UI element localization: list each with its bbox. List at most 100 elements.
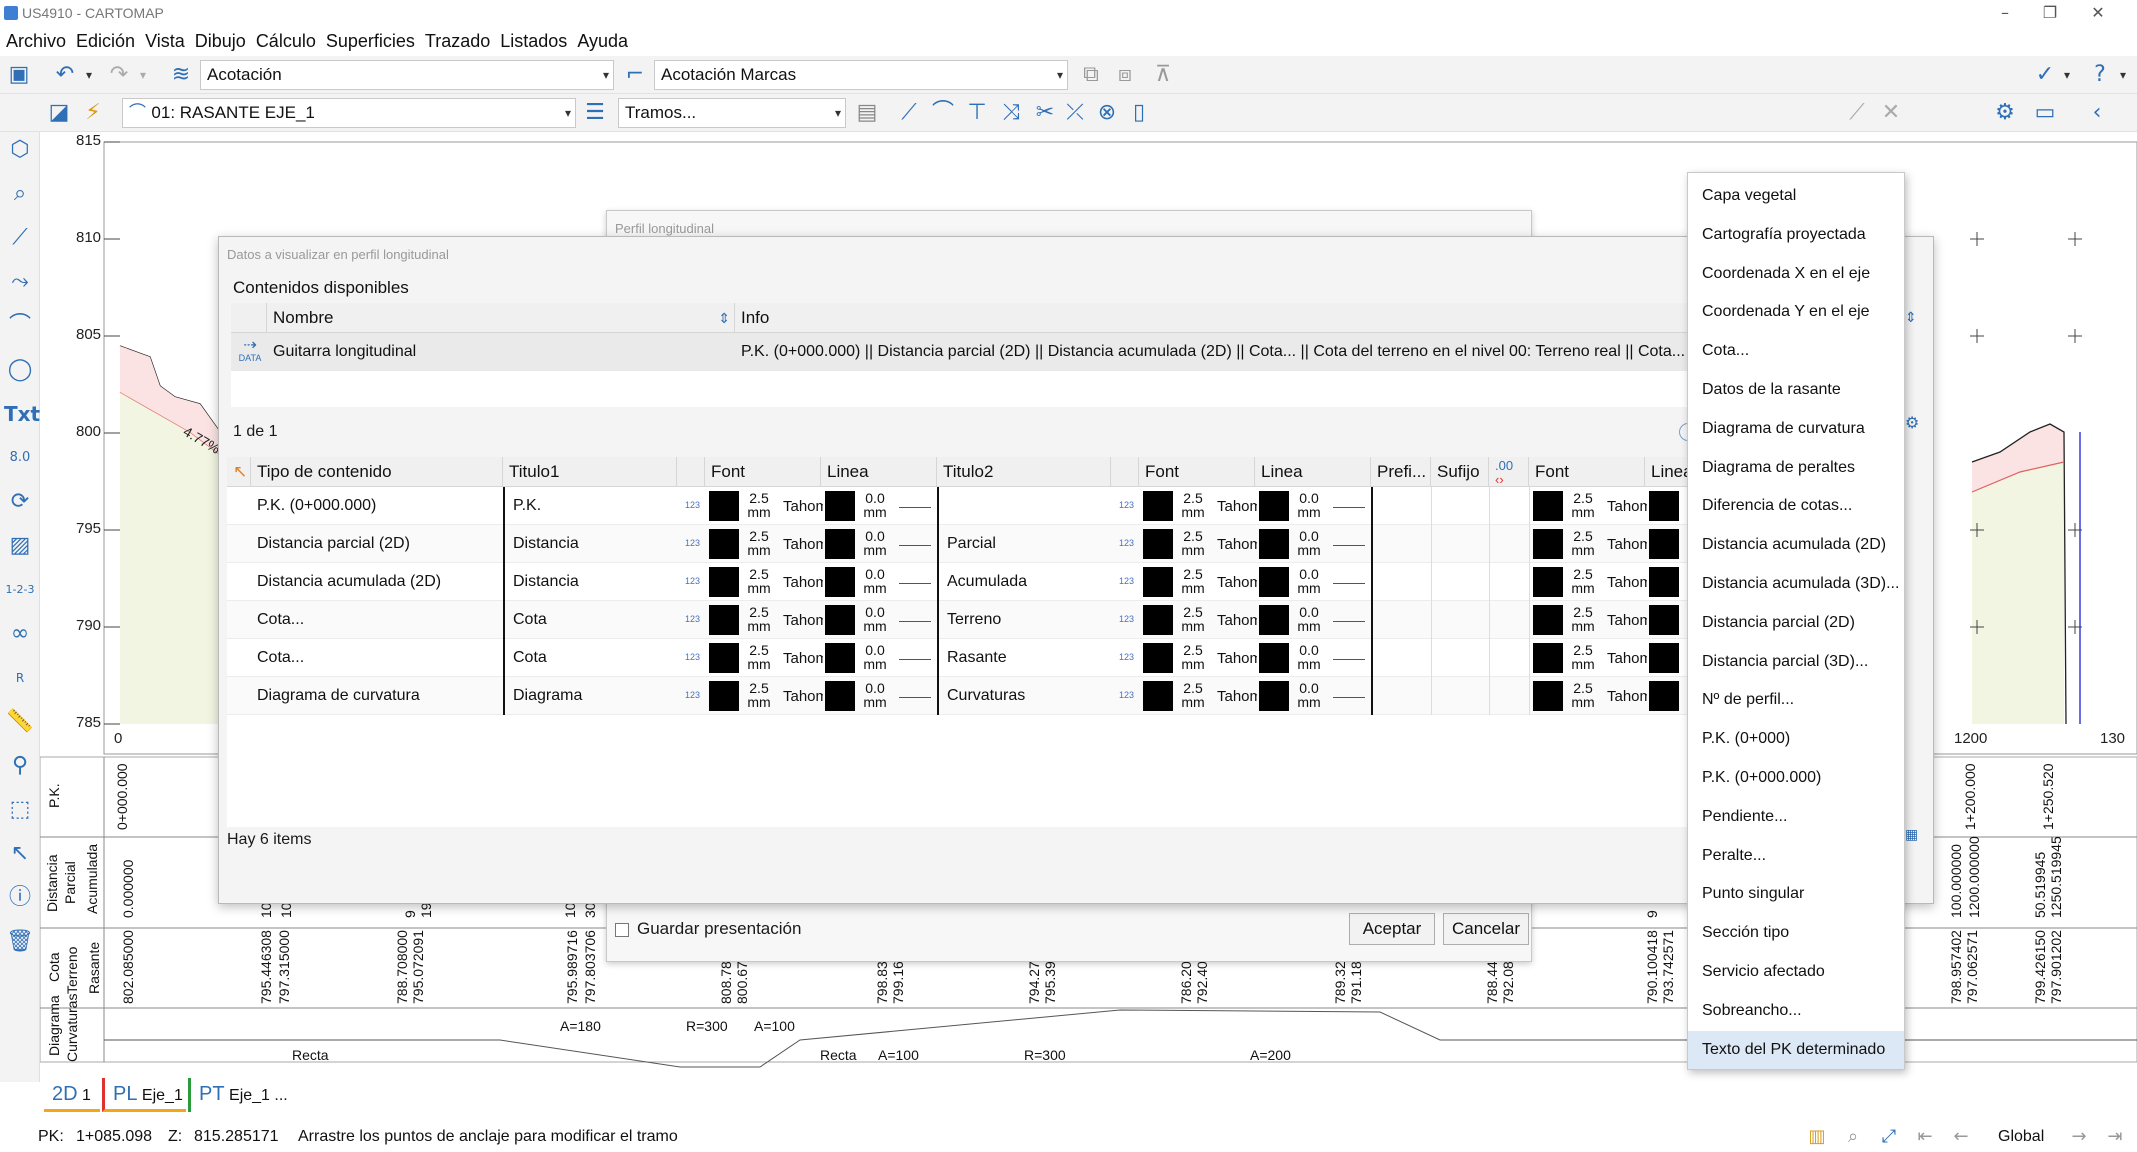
cell-titulo2[interactable]: Curvaturas: [941, 677, 1109, 715]
last-page-icon[interactable]: ⇥: [2100, 1122, 2130, 1152]
table-row[interactable]: Diagrama de curvatura Diagrama 123 2.5 mm Tah…: [227, 677, 1775, 715]
format-123-icon[interactable]: 123: [1119, 652, 1134, 662]
numbering-icon[interactable]: 1-2-3: [4, 574, 36, 606]
column-header-font1[interactable]: Font: [705, 457, 821, 487]
sort-icon[interactable]: ⇕: [1905, 303, 1923, 333]
prev-page-icon[interactable]: ←: [1946, 1122, 1976, 1152]
font-color-swatch[interactable]: [1533, 567, 1563, 597]
column-header-format1[interactable]: [677, 457, 705, 487]
cell-titulo2[interactable]: [941, 487, 1109, 525]
area-icon[interactable]: ⬚: [4, 794, 36, 826]
format-123-icon[interactable]: 123: [1119, 576, 1134, 586]
context-menu-item[interactable]: Distancia acumulada (3D)...: [1688, 565, 1904, 603]
pointer-icon[interactable]: ↖: [4, 838, 36, 870]
table-row[interactable]: Distancia parcial (2D) Distancia 123 2.5 mm T…: [227, 525, 1775, 563]
tab-2d[interactable]: 2D 1: [44, 1078, 100, 1112]
cell-titulo2[interactable]: Rasante: [941, 639, 1109, 677]
column-header-nombre[interactable]: Nombre ⇕: [267, 303, 735, 333]
snap-line-icon[interactable]: ⟋: [1842, 98, 1872, 128]
table-row[interactable]: P.K. (0+000.000)P.K.1232.5mmTahoma0.0mm1…: [227, 487, 1775, 525]
cell-titulo1[interactable]: Cota: [507, 601, 675, 639]
column-header-format2[interactable]: [1111, 457, 1139, 487]
line-color-swatch[interactable]: [825, 605, 855, 635]
line-color-swatch[interactable]: [825, 681, 855, 711]
close-icon[interactable]: ✕: [2078, 2, 2118, 24]
line-color-swatch[interactable]: [1649, 605, 1679, 635]
arc-icon[interactable]: ⌒: [4, 310, 36, 342]
context-menu-item[interactable]: Coordenada Y en el eje: [1688, 293, 1904, 331]
context-menu-item[interactable]: Cartografía proyectada: [1688, 216, 1904, 254]
context-menu-item[interactable]: Distancia acumulada (2D): [1688, 526, 1904, 564]
line-color-swatch[interactable]: [1259, 605, 1289, 635]
format-123-icon[interactable]: 123: [685, 538, 700, 548]
grid-options-icon[interactable]: ▦: [1905, 827, 1925, 847]
trash-icon[interactable]: 🗑: [4, 926, 36, 958]
column-header-font2[interactable]: Font: [1139, 457, 1255, 487]
context-menu-item[interactable]: Diagrama de curvatura: [1688, 410, 1904, 448]
pin-icon[interactable]: ⚲: [4, 750, 36, 782]
r-tool-icon[interactable]: R: [4, 662, 36, 694]
line-color-swatch[interactable]: [825, 643, 855, 673]
info-icon[interactable]: ⓘ: [4, 882, 36, 914]
font-color-swatch[interactable]: [709, 643, 739, 673]
column-header-font3[interactable]: Font: [1529, 457, 1645, 487]
context-menu-item[interactable]: Pendiente...: [1688, 798, 1904, 836]
list-icon[interactable]: ☰: [580, 98, 610, 128]
table-row[interactable]: Distancia acumulada (2D) Distancia 123 2.5 m…: [227, 563, 1775, 601]
cell-titulo2[interactable]: Parcial: [941, 525, 1109, 563]
clipboard-icon[interactable]: ▯: [1124, 98, 1154, 128]
font-color-swatch[interactable]: [1143, 643, 1173, 673]
settings-icon[interactable]: ⚙: [1905, 413, 1925, 433]
menu-ayuda[interactable]: Ayuda: [577, 31, 628, 52]
alignment-combo[interactable]: ⌒ 01: RASANTE EJE_1 ▾: [122, 98, 576, 128]
font-color-swatch[interactable]: [709, 567, 739, 597]
menu-superficies[interactable]: Superficies: [326, 31, 415, 52]
line-color-swatch[interactable]: [1649, 529, 1679, 559]
dimension-icon[interactable]: ⊼: [1148, 60, 1178, 90]
font-color-swatch[interactable]: [1143, 529, 1173, 559]
snap-cross-icon[interactable]: ✕: [1876, 98, 1906, 128]
cell-titulo1[interactable]: Cota: [507, 639, 675, 677]
column-header-sufijo[interactable]: Sufijo: [1431, 457, 1489, 487]
font-color-swatch[interactable]: [709, 529, 739, 559]
collapse-left-icon[interactable]: ‹: [2082, 98, 2112, 128]
minimize-icon[interactable]: –: [1985, 2, 2025, 24]
menu-listados[interactable]: Listados: [500, 31, 567, 52]
layers-icon[interactable]: ≋: [166, 60, 196, 90]
context-menu-item[interactable]: Coordenada X en el eje: [1688, 255, 1904, 293]
line-color-swatch[interactable]: [825, 567, 855, 597]
polygon-icon[interactable]: ⬡: [4, 134, 36, 166]
line-color-swatch[interactable]: [1259, 567, 1289, 597]
font-color-swatch[interactable]: [709, 491, 739, 521]
column-header-linea2[interactable]: Linea: [1255, 457, 1371, 487]
insert-point-icon[interactable]: ⤨: [996, 98, 1026, 128]
cell-titulo1[interactable]: P.K.: [507, 487, 675, 525]
delete-vertex-icon[interactable]: ⊗: [1092, 98, 1122, 128]
context-menu-item[interactable]: Cota...: [1688, 332, 1904, 370]
line-color-swatch[interactable]: [1649, 681, 1679, 711]
tramos-combo[interactable]: Tramos... ▾: [618, 98, 846, 128]
column-header-titulo1[interactable]: Titulo1: [503, 457, 677, 487]
line-color-swatch[interactable]: [1259, 681, 1289, 711]
cell-titulo1[interactable]: Distancia: [507, 525, 675, 563]
profile-edit-icon[interactable]: ◪: [44, 98, 74, 128]
column-header-titulo2[interactable]: Titulo2: [937, 457, 1111, 487]
menu-trazado[interactable]: Trazado: [425, 31, 490, 52]
column-header-tipo[interactable]: Tipo de contenido: [251, 457, 503, 487]
context-menu-item[interactable]: Distancia parcial (3D)...: [1688, 643, 1904, 681]
add-vertex-icon[interactable]: ⟋: [894, 98, 924, 128]
menu-vista[interactable]: Vista: [145, 31, 185, 52]
rotate-icon[interactable]: ⟳: [4, 486, 36, 518]
font-color-swatch[interactable]: [1533, 529, 1563, 559]
redo-dropdown-icon[interactable]: ▾: [128, 60, 158, 90]
zoom-icon[interactable]: ⌕: [4, 178, 36, 210]
font-color-swatch[interactable]: [1533, 643, 1563, 673]
font-color-swatch[interactable]: [709, 605, 739, 635]
add-curve-icon[interactable]: ⌒: [928, 98, 958, 128]
context-menu-item[interactable]: Sobreancho...: [1688, 992, 1904, 1030]
cell-titulo1[interactable]: Distancia: [507, 563, 675, 601]
line-color-swatch[interactable]: [825, 491, 855, 521]
tab-pl-eje1[interactable]: PL Eje_1: [102, 1078, 186, 1112]
context-menu-item[interactable]: Nº de perfil...: [1688, 681, 1904, 719]
split-icon[interactable]: ✂: [1030, 98, 1060, 128]
